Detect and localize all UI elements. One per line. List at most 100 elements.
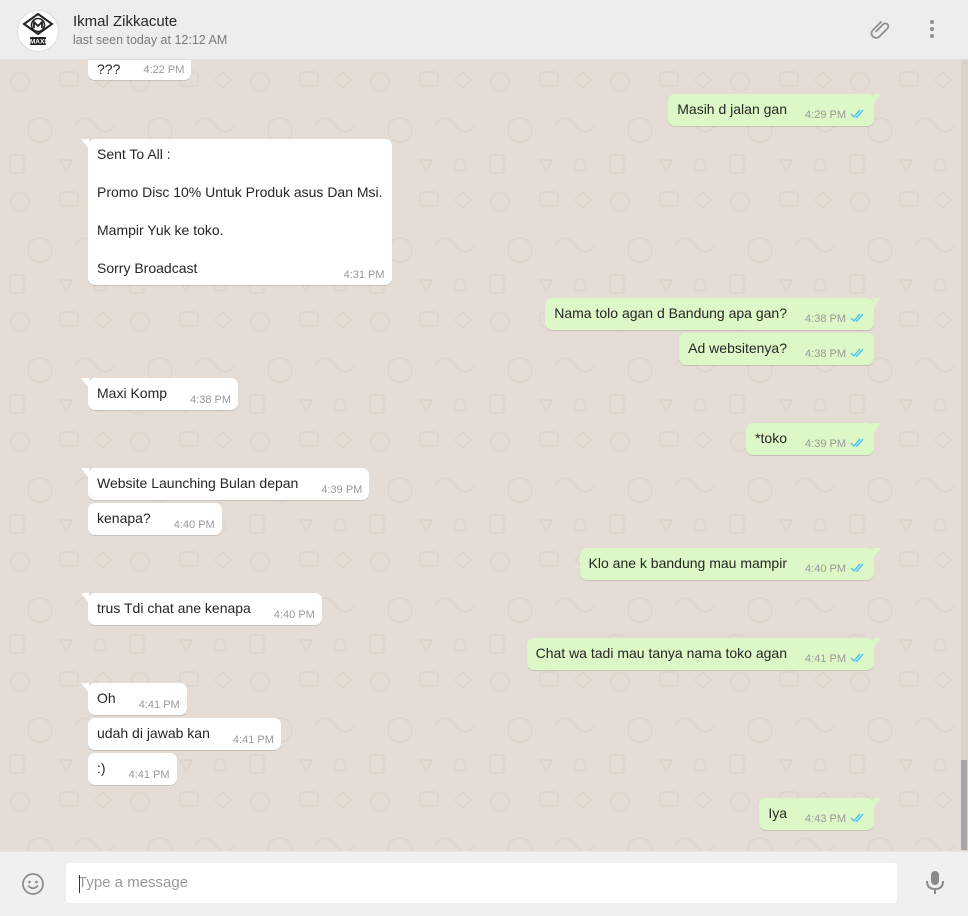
outgoing-message[interactable]: Masih d jalan gan 4:29 PM	[668, 94, 881, 126]
message-text-line: Sent To All :	[97, 146, 171, 162]
timestamp-text: 4:39 PM	[321, 484, 363, 496]
bubble-tail	[873, 423, 881, 433]
timestamp-text: 4:29 PM	[805, 109, 846, 121]
contact-last-seen: last seen today at 12:12 AM	[73, 33, 228, 47]
whatsapp-chat-window: MAXI Ikmal Zikkacute last seen today at …	[0, 0, 968, 916]
read-receipt-double-check-icon	[850, 652, 866, 666]
chat-header: MAXI Ikmal Zikkacute last seen today at …	[0, 0, 968, 60]
bubble-tail	[873, 94, 881, 104]
paperclip-icon	[870, 21, 890, 39]
more-vertical-icon	[930, 20, 934, 38]
outgoing-message[interactable]: *toko 4:39 PM	[746, 423, 881, 455]
message-text: Maxi Komp	[97, 385, 168, 401]
message-timestamp: 4:38 PM	[190, 395, 231, 406]
avatar[interactable]: MAXI	[17, 10, 59, 52]
message-text: :)	[97, 760, 106, 776]
message-text-line: Sorry Broadcast	[97, 260, 198, 276]
message-text: *toko	[755, 430, 787, 446]
timestamp-text: 4:40 PM	[173, 519, 215, 531]
outgoing-message[interactable]: Iya 4:43 PM	[759, 798, 881, 830]
message-text: Masih d jalan gan	[677, 101, 787, 117]
avatar-logo-text: MAXI	[30, 39, 46, 46]
outgoing-message[interactable]: Klo ane k bandung mau mampir 4:40 PM	[579, 548, 881, 580]
timestamp-text: 4:22 PM	[143, 64, 185, 76]
message-text: kenapa?	[97, 510, 151, 526]
smiley-icon	[22, 873, 44, 895]
contact-name[interactable]: Ikmal Zikkacute	[73, 13, 177, 30]
incoming-message[interactable]: kenapa? 4:40 PM	[88, 503, 222, 535]
incoming-message[interactable]: Website Launching Bulan depan 4:39 PM	[81, 468, 370, 500]
timestamp-text: 4:41 PM	[128, 769, 170, 781]
timestamp-text: 4:40 PM	[273, 609, 315, 621]
message-text: Klo ane k bandung mau mampir	[588, 555, 787, 571]
message-timestamp: 4:22 PM	[143, 65, 184, 76]
outgoing-message[interactable]: Ad websitenya? 4:38 PM	[679, 333, 874, 365]
message-input-box[interactable]	[65, 862, 898, 904]
emoji-button[interactable]	[21, 872, 45, 896]
message-timestamp: 4:38 PM	[805, 312, 866, 326]
voice-record-button[interactable]	[924, 870, 946, 896]
outgoing-message[interactable]: Nama tolo agan d Bandung apa gan? 4:38 PM	[545, 298, 881, 330]
message-text-line: Promo Disc 10% Untuk Produk asus Dan Msi…	[97, 184, 383, 200]
timestamp-text: 4:43 PM	[805, 813, 846, 825]
incoming-message[interactable]: trus Tdi chat ane kenapa 4:40 PM	[81, 593, 322, 625]
message-input[interactable]	[78, 874, 878, 891]
menu-button[interactable]	[919, 16, 945, 42]
bubble-tail	[873, 298, 881, 308]
timestamp-text: 4:41 PM	[805, 653, 846, 665]
message-text-line	[97, 240, 383, 259]
chat-scrollbar[interactable]	[961, 60, 968, 851]
timestamp-text: 4:31 PM	[343, 269, 385, 281]
read-receipt-double-check-icon	[850, 812, 866, 826]
timestamp-text: 4:40 PM	[805, 563, 846, 575]
timestamp-text: 4:38 PM	[805, 348, 846, 360]
read-receipt-double-check-icon	[850, 108, 866, 122]
timestamp-text: 4:39 PM	[805, 438, 846, 450]
incoming-message[interactable]: Oh 4:41 PM	[81, 683, 187, 715]
message-text-line: Mampir Yuk ke toko.	[97, 222, 224, 238]
message-text: Ad websitenya?	[688, 340, 787, 356]
message-text: udah di jawab kan	[97, 725, 210, 741]
bubble-tail	[81, 468, 89, 478]
maxi-logo-icon: MAXI	[19, 12, 57, 50]
timestamp-text: 4:41 PM	[232, 734, 274, 746]
attach-button[interactable]	[868, 16, 894, 42]
message-text: Oh	[97, 690, 116, 706]
bubble-tail	[81, 593, 89, 603]
message-timestamp: 4:39 PM	[805, 437, 866, 451]
composer-bar	[0, 851, 968, 916]
bubble-tail	[873, 798, 881, 808]
bubble-tail	[873, 638, 881, 648]
read-receipt-double-check-icon	[850, 562, 866, 576]
message-timestamp: 4:41 PM	[139, 700, 180, 711]
incoming-message[interactable]: :) 4:41 PM	[88, 753, 177, 785]
message-text: Nama tolo agan d Bandung apa gan?	[554, 305, 787, 321]
timestamp-text: 4:41 PM	[138, 699, 180, 711]
message-list[interactable]: ??? 4:22 PM Masih d jalan gan 4:29 PM Sent T…	[0, 60, 961, 851]
incoming-message[interactable]: Sent To All : Promo Disc 10% Untuk Produk…	[81, 139, 392, 285]
message-timestamp: 4:39 PM	[321, 485, 362, 496]
bubble-tail	[873, 548, 881, 558]
bubble-tail	[81, 378, 89, 388]
message-timestamp: 4:41 PM	[233, 735, 274, 746]
bubble-tail	[81, 683, 89, 693]
incoming-message[interactable]: Maxi Komp 4:38 PM	[81, 378, 239, 410]
chat-scrollbar-thumb[interactable]	[961, 760, 967, 850]
message-text: Iya	[768, 805, 787, 821]
timestamp-text: 4:38 PM	[190, 394, 232, 406]
message-text: ???	[97, 61, 121, 77]
message-text-line	[97, 164, 383, 183]
outgoing-message[interactable]: Chat wa tadi mau tanya nama toko agan 4:4…	[526, 638, 881, 670]
message-text: trus Tdi chat ane kenapa	[97, 600, 251, 616]
text-caret	[79, 875, 80, 893]
message-timestamp: 4:41 PM	[129, 770, 170, 781]
incoming-message[interactable]: udah di jawab kan 4:41 PM	[88, 718, 281, 750]
message-text-line	[97, 202, 383, 221]
incoming-message[interactable]: ??? 4:22 PM	[88, 60, 192, 80]
message-timestamp: 4:38 PM	[805, 347, 866, 361]
message-timestamp: 4:41 PM	[805, 652, 866, 666]
message-timestamp: 4:40 PM	[805, 562, 866, 576]
message-text: Chat wa tadi mau tanya nama toko agan	[535, 645, 787, 661]
message-timestamp: 4:40 PM	[274, 610, 315, 621]
bubble-tail	[81, 139, 89, 149]
